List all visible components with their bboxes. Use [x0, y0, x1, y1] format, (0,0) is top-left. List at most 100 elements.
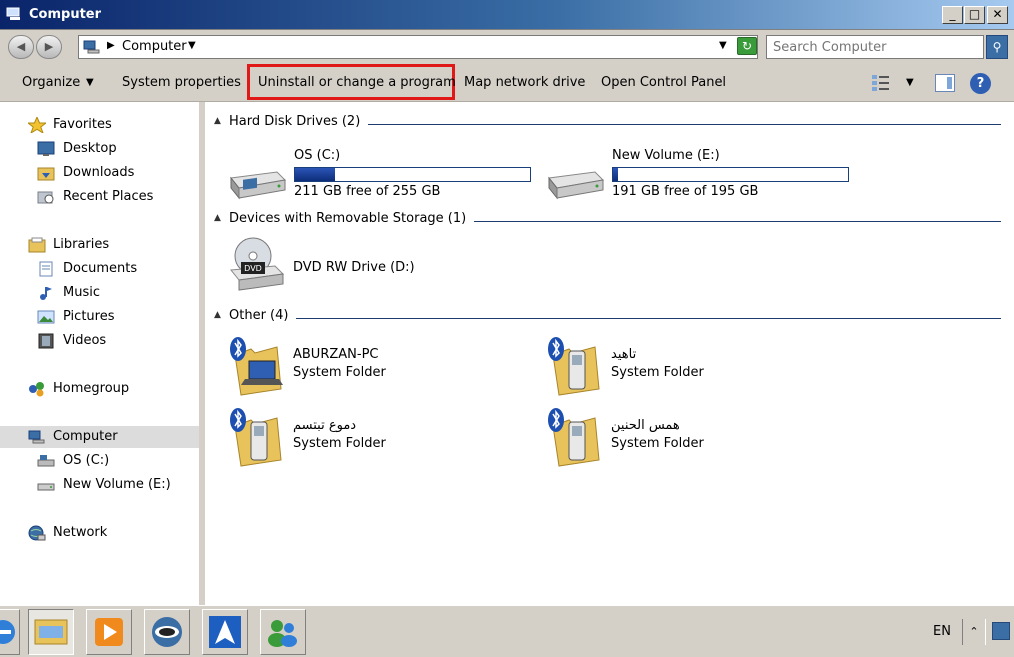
group-hard-disk-drives[interactable]: ▲ Hard Disk Drives (2) — [205, 113, 1005, 133]
address-bar: ◀ ▶ ▶ Computer ▼ ▼ ↻ ⚲ — [0, 30, 1014, 64]
address-history-dropdown-icon[interactable]: ▼ — [719, 40, 727, 51]
map-network-drive-button[interactable]: Map network drive — [464, 75, 585, 90]
nav-pictures[interactable]: Pictures — [0, 306, 199, 328]
refresh-button[interactable]: ↻ — [737, 37, 757, 55]
nav-favorites[interactable]: Favorites — [0, 114, 199, 136]
collapse-icon[interactable]: ▲ — [214, 310, 221, 320]
maximize-button[interactable]: □ — [964, 6, 985, 24]
group-other[interactable]: ▲ Other (4) — [205, 307, 1005, 327]
group-removable-storage[interactable]: ▲ Devices with Removable Storage (1) — [205, 210, 1005, 230]
nav-label: Downloads — [63, 165, 135, 180]
maximize-icon: □ — [968, 7, 981, 21]
nav-label: Favorites — [53, 117, 112, 132]
nav-recent-places[interactable]: Recent Places — [0, 186, 199, 208]
taskbar-media-player[interactable] — [86, 609, 132, 655]
search-input[interactable] — [766, 35, 984, 59]
nav-downloads[interactable]: Downloads — [0, 162, 199, 184]
title-bar: Computer _ □ ✕ — [0, 0, 1014, 30]
other-item[interactable]: تاهيد System Folder — [545, 335, 845, 399]
nav-label: Recent Places — [63, 189, 154, 204]
bluetooth-phone-folder-icon — [230, 408, 282, 467]
other-item[interactable]: دموع تبتسم System Folder — [227, 406, 527, 470]
drive-usage-fill — [295, 168, 335, 181]
media-player-icon — [95, 618, 123, 646]
nav-label: Desktop — [63, 141, 117, 156]
breadcrumb-computer[interactable]: Computer — [122, 39, 187, 54]
dvd-drive-icon: DVD — [230, 237, 285, 291]
bluetooth-computer-folder-icon — [230, 337, 283, 396]
breadcrumb-dropdown-icon[interactable]: ▼ — [188, 40, 196, 51]
item-name: تاهيد — [611, 347, 637, 362]
nav-documents[interactable]: Documents — [0, 258, 199, 280]
nav-computer[interactable]: Computer — [0, 426, 199, 448]
close-icon: ✕ — [992, 7, 1003, 21]
item-type: System Folder — [611, 365, 704, 380]
item-type: System Folder — [293, 365, 386, 380]
taskbar-orca-app[interactable] — [144, 609, 190, 655]
taskbar-arrow-app[interactable] — [202, 609, 248, 655]
nav-new-volume[interactable]: New Volume (E:) — [0, 474, 199, 496]
item-type: System Folder — [611, 436, 704, 451]
other-item[interactable]: همس الحنين System Folder — [545, 406, 845, 470]
open-control-panel-button[interactable]: Open Control Panel — [601, 75, 726, 90]
minimize-button[interactable]: _ — [942, 6, 963, 24]
computer-icon — [6, 7, 20, 20]
collapse-icon[interactable]: ▲ — [214, 116, 221, 126]
uninstall-program-button[interactable]: Uninstall or change a program — [247, 64, 456, 100]
arrow-app-icon — [209, 616, 241, 648]
help-icon[interactable]: ? — [970, 73, 991, 94]
close-button[interactable]: ✕ — [987, 6, 1008, 24]
other-item[interactable]: ABURZAN-PC System Folder — [227, 335, 527, 399]
address-field[interactable]: ▶ Computer ▼ ▼ — [78, 35, 758, 59]
minimize-icon: _ — [949, 7, 956, 21]
drive-os-c[interactable]: OS (C:) 211 GB free of 255 GB — [227, 146, 537, 204]
pictures-icon — [37, 310, 55, 324]
explorer-folder-icon — [34, 619, 68, 645]
window-title: Computer — [29, 7, 102, 22]
nav-videos[interactable]: Videos — [0, 330, 199, 352]
drive-usage-bar — [612, 167, 849, 182]
nav-desktop[interactable]: Desktop — [0, 138, 199, 160]
nav-network[interactable]: Network — [0, 522, 199, 544]
system-properties-button[interactable]: System properties — [122, 75, 241, 90]
computer-icon — [28, 430, 45, 444]
view-dropdown-icon[interactable]: ▼ — [906, 77, 914, 88]
organize-button[interactable]: Organize — [22, 75, 80, 90]
videos-icon — [38, 333, 54, 349]
bluetooth-phone-folder-icon — [548, 408, 600, 467]
change-view-icon[interactable] — [871, 73, 891, 93]
collapse-icon[interactable]: ▲ — [214, 213, 221, 223]
nav-libraries[interactable]: Libraries — [0, 234, 199, 256]
drive-name: OS (C:) — [294, 148, 341, 163]
nav-label: Music — [63, 285, 100, 300]
documents-icon — [39, 261, 53, 277]
bluetooth-phone-folder-icon — [548, 337, 600, 396]
preview-pane-icon[interactable] — [935, 74, 955, 92]
forward-button[interactable]: ▶ — [36, 35, 62, 59]
group-title: Hard Disk Drives (2) — [229, 114, 369, 129]
navigation-pane: Favorites Desktop Downloads Recent Place… — [0, 102, 202, 605]
recent-places-icon — [37, 191, 54, 204]
nav-music[interactable]: Music — [0, 282, 199, 304]
forward-arrow-icon: ▶ — [44, 40, 54, 53]
taskbar-messenger[interactable] — [260, 609, 306, 655]
orca-app-icon — [152, 617, 182, 647]
taskbar-internet-explorer[interactable] — [0, 609, 20, 655]
drive-dvd-rw-d[interactable]: DVD DVD RW Drive (D:) — [227, 236, 527, 292]
dvd-label: DVD — [244, 264, 262, 273]
drive-name: New Volume (E:) — [612, 148, 720, 163]
back-button[interactable]: ◀ — [8, 35, 34, 59]
organize-dropdown-icon[interactable]: ▼ — [86, 77, 94, 88]
action-center-icon[interactable] — [992, 622, 1010, 640]
language-indicator[interactable]: EN — [933, 624, 951, 639]
drive-new-volume-e[interactable]: New Volume (E:) 191 GB free of 195 GB — [545, 146, 855, 204]
nav-homegroup[interactable]: Homegroup — [0, 378, 199, 400]
show-hidden-icons-button[interactable]: ⌃ — [962, 619, 986, 645]
nav-os-drive[interactable]: OS (C:) — [0, 450, 199, 472]
drive-usage-bar — [294, 167, 531, 182]
search-button[interactable]: ⚲ — [986, 35, 1008, 59]
breadcrumb-arrow-icon[interactable]: ▶ — [107, 40, 115, 51]
drive-free-space: 191 GB free of 195 GB — [612, 184, 759, 199]
system-drive-icon — [230, 171, 287, 200]
taskbar-windows-explorer[interactable] — [28, 609, 74, 655]
